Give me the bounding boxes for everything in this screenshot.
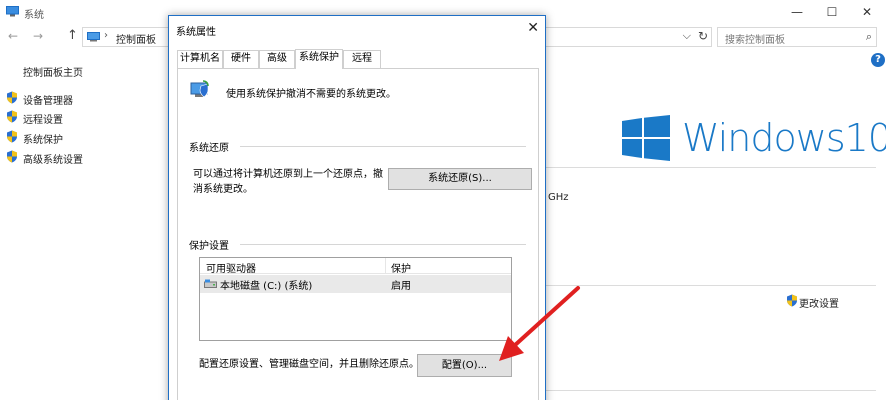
breadcrumb-separator: ›	[104, 30, 108, 41]
list-header: 可用驱动器 保护	[200, 258, 511, 275]
section-divider	[546, 390, 876, 391]
column-divider	[385, 258, 386, 274]
help-icon[interactable]: ?	[871, 53, 885, 67]
drive-list[interactable]: 可用驱动器 保护 本地磁盘 (C:) (系统) 启用	[199, 257, 512, 341]
protection-description: 使用系统保护撤消不需要的系统更改。	[226, 89, 396, 100]
tab-advanced[interactable]: 高级	[259, 50, 295, 68]
control-panel-home-link[interactable]: 控制面板主页	[23, 64, 83, 79]
protection-status-cell: 启用	[391, 281, 411, 292]
window-title: 系统	[24, 10, 44, 21]
group-divider	[240, 146, 526, 147]
shield-icon	[7, 91, 17, 104]
shield-icon	[787, 294, 797, 307]
dialog-title: 系统属性	[176, 27, 216, 38]
tab-system-protection[interactable]: 系统保护	[295, 49, 343, 69]
search-icon[interactable]: ⌕	[866, 30, 872, 44]
system-properties-dialog: 系统属性 ✕ 计算机名 硬件 高级 系统保护 远程 使用系统保护撤消不需要的系统…	[168, 15, 546, 400]
sidebar-item-label: 高级系统设置	[23, 155, 83, 166]
configure-description: 配置还原设置、管理磁盘空间，并且删除还原点。	[199, 359, 419, 370]
maximize-button[interactable]: ☐	[817, 2, 847, 22]
processor-speed-text: GHz	[548, 192, 569, 203]
column-header-drives[interactable]: 可用驱动器	[206, 260, 256, 275]
change-settings-label: 更改设置	[799, 299, 839, 310]
tab-remote[interactable]: 远程	[343, 50, 381, 68]
configure-button[interactable]: 配置(O)...	[417, 354, 512, 377]
search-placeholder: 搜索控制面板	[725, 35, 785, 46]
shield-icon	[7, 110, 17, 123]
table-row[interactable]: 本地磁盘 (C:) (系统) 启用	[200, 275, 511, 293]
windows-brand-text: Windows10	[682, 116, 886, 160]
chevron-down-icon[interactable]: ⌵	[683, 29, 691, 43]
column-header-protection[interactable]: 保护	[391, 260, 411, 275]
sidebar-item-label: 设备管理器	[23, 96, 73, 107]
search-input[interactable]: 搜索控制面板 ⌕	[717, 27, 877, 47]
system-restore-text: 可以通过将计算机还原到上一个还原点，撤消系统更改。	[193, 169, 383, 195]
system-protection-icon	[190, 80, 209, 98]
close-button[interactable]: ✕	[852, 2, 882, 22]
control-panel-icon	[87, 32, 100, 42]
sidebar-item-label: 系统保护	[23, 135, 63, 146]
close-icon[interactable]: ✕	[527, 20, 539, 36]
dialog-titlebar[interactable]: 系统属性 ✕	[169, 16, 545, 44]
refresh-icon[interactable]: ↻	[698, 29, 708, 43]
shield-icon	[7, 150, 17, 163]
forward-icon[interactable]: →	[33, 29, 43, 43]
windows-logo-icon	[622, 115, 670, 161]
tab-computer-name[interactable]: 计算机名	[177, 50, 223, 68]
protection-settings-heading: 保护设置	[189, 241, 229, 252]
tab-hardware[interactable]: 硬件	[223, 50, 259, 68]
shield-icon	[7, 130, 17, 143]
system-restore-button[interactable]: 系统还原(S)...	[388, 168, 532, 190]
section-divider	[546, 167, 876, 168]
section-divider	[546, 285, 876, 286]
drive-name-cell: 本地磁盘 (C:) (系统)	[220, 281, 313, 292]
minimize-button[interactable]: —	[782, 2, 812, 22]
hard-drive-icon	[204, 279, 217, 288]
up-icon[interactable]: ↑	[67, 28, 78, 43]
sidebar-item-label: 远程设置	[23, 115, 63, 126]
group-divider	[240, 244, 526, 245]
breadcrumb-control-panel[interactable]: 控制面板	[116, 31, 156, 46]
system-protection-panel: 使用系统保护撤消不需要的系统更改。 系统还原 可以通过将计算机还原到上一个还原点…	[177, 68, 539, 400]
system-restore-heading: 系统还原	[189, 143, 229, 154]
computer-icon	[6, 6, 19, 17]
back-icon[interactable]: ←	[8, 29, 18, 43]
